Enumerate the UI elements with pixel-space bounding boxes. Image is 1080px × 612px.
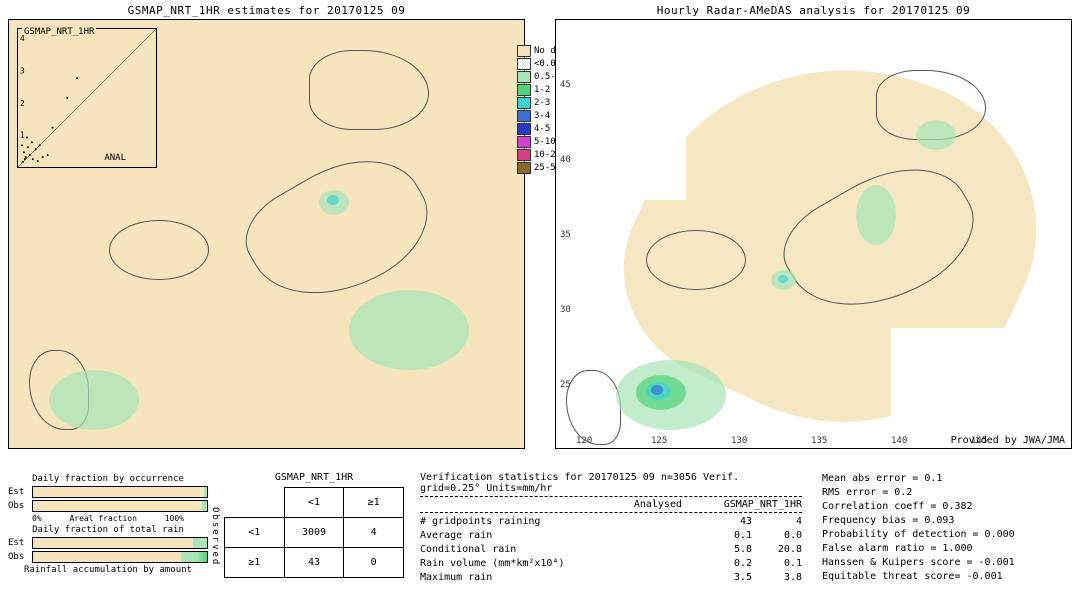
left-map-frame: GSMAP_NRT_1HR 4 3 2 — [8, 19, 525, 449]
left-map-title: GSMAP_NRT_1HR estimates for 20170125 09 — [8, 4, 525, 17]
right-map-frame: 120 125 130 135 140 145 45 40 35 30 25 P… — [555, 19, 1072, 449]
fraction-panel: Daily fraction by occurrence Est Obs 0%A… — [8, 472, 208, 604]
stat-line: RMS error = 0.2 — [822, 486, 1072, 500]
verif-row: # gridpoints raining434 — [420, 515, 802, 529]
svg-text:3: 3 — [20, 66, 25, 75]
left-map-panel: GSMAP_NRT_1HR estimates for 20170125 09 … — [8, 4, 525, 464]
contingency-table: <1≥1 <130094 ≥1430 — [224, 487, 404, 578]
svg-text:4: 4 — [20, 34, 25, 43]
stat-line: Frequency bias = 0.093 — [822, 514, 1072, 528]
provided-label: Provided by JWA/JMA — [951, 435, 1065, 446]
stat-line: False alarm ratio = 1.000 — [822, 542, 1072, 556]
right-map-panel: Hourly Radar-AMeDAS analysis for 2017012… — [555, 4, 1072, 464]
svg-text:1: 1 — [20, 130, 25, 139]
verif-row: Rain volume (mm*km²x10⁴)0.20.1 — [420, 557, 802, 571]
stat-line: Mean abs error = 0.1 — [822, 472, 1072, 486]
verif-row: Maximum rain3.53.8 — [420, 571, 802, 585]
stat-line: Correlation coeff = 0.382 — [822, 500, 1072, 514]
right-map-title: Hourly Radar-AMeDAS analysis for 2017012… — [555, 4, 1072, 17]
stat-line: Probability of detection = 0.000 — [822, 528, 1072, 542]
anal-label: ANAL — [104, 153, 126, 163]
svg-text:2: 2 — [20, 99, 25, 108]
contingency-panel: GSMAP_NRT_1HR Observed <1≥1 <130094 ≥143… — [224, 472, 404, 604]
verification-panel: Verification statistics for 20170125 09 … — [420, 472, 1072, 604]
inset-scatter: GSMAP_NRT_1HR 4 3 2 — [17, 28, 157, 168]
verif-row: Conditional rain5.820.8 — [420, 543, 802, 557]
stat-line: Hanssen & Kuipers score = -0.001 — [822, 556, 1072, 570]
verif-row: Average rain0.10.0 — [420, 529, 802, 543]
stat-line: Equitable threat score= -0.001 — [822, 570, 1072, 584]
